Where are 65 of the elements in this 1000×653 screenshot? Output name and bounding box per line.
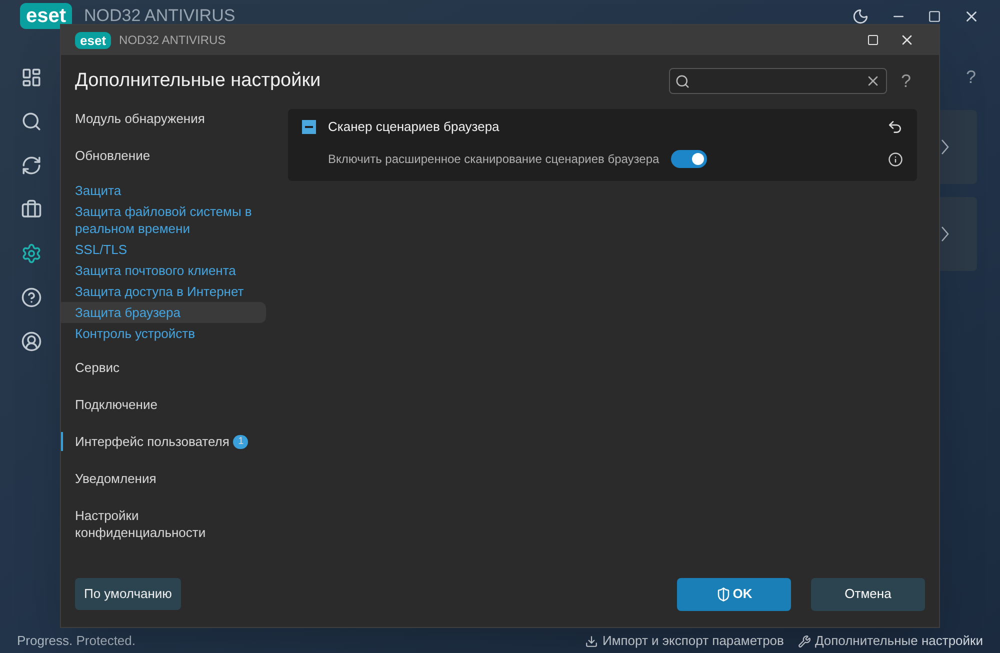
nav-item[interactable]: Защита файловой системы в реальном времени (61, 201, 266, 239)
nav-label: Подключение (75, 396, 158, 413)
nav-label: SSL/TLS (75, 241, 128, 258)
panel-title: Сканер сценариев браузера (328, 118, 500, 136)
search-field[interactable] (668, 68, 887, 94)
nav-label: Контроль устройств (75, 325, 195, 342)
nav-label: Уведомления (75, 470, 156, 487)
nav-label: Защита браузера (75, 304, 180, 321)
nav-label: Защита доступа в Интернет (75, 283, 244, 300)
footer-link[interactable]: Импорт и экспорт параметров (585, 631, 784, 651)
chevron-icon (941, 226, 949, 242)
info-icon[interactable] (888, 152, 903, 166)
reset-icon[interactable] (887, 119, 903, 135)
chevron-icon (941, 139, 949, 155)
nav-label: Интерфейс пользователя (75, 433, 230, 450)
maximize-icon[interactable] (867, 34, 879, 46)
status-text: Progress. Protected. (17, 632, 136, 650)
nav-item[interactable]: Сервис (61, 358, 266, 377)
help-icon[interactable]: ? (900, 68, 911, 94)
nav-item[interactable]: Защита почтового клиента (61, 260, 266, 281)
sidebar-icon[interactable] (21, 110, 42, 132)
nav-label: Модуль обнаружения (75, 110, 205, 127)
nav-item[interactable]: Настройки конфиденциальности (61, 506, 266, 542)
nav-label: Защита (75, 182, 122, 199)
import-icon (585, 634, 598, 648)
dialog-product-title: NOD32 ANTIVIRUS (119, 32, 226, 49)
nav-label: Настройки конфиденциальности (75, 507, 207, 541)
search-icon (674, 74, 690, 88)
dialog-title: Дополнительные настройки (75, 68, 321, 93)
footer-link[interactable]: Дополнительные настройки (798, 631, 983, 651)
nav-item[interactable]: Подключение (61, 395, 266, 414)
sidebar-icon[interactable] (21, 330, 42, 352)
nav-label: Сервис (75, 359, 120, 376)
nav-label: Защита файловой системы в реальном времени (75, 203, 252, 237)
nav-label: Обновление (75, 147, 150, 164)
product-title: NOD32 ANTIVIRUS (84, 5, 236, 28)
nav-item[interactable]: Защита браузера (61, 302, 266, 323)
theme-icon[interactable] (852, 8, 869, 24)
sidebar-icon[interactable] (21, 66, 42, 88)
nav-label: Защита почтового клиента (75, 262, 236, 279)
cancel-button[interactable]: Отмена (811, 578, 925, 610)
sidebar-icon[interactable] (21, 198, 42, 220)
default-button[interactable]: По умолчанию (75, 578, 181, 610)
nav-item[interactable]: Интерфейс пользователя 1 (61, 432, 266, 451)
collapse-toggle[interactable] (302, 120, 316, 134)
nav-item[interactable]: Модуль обнаружения (61, 109, 266, 128)
nav-item[interactable]: Обновление (61, 146, 266, 165)
nav-item[interactable]: Контроль устройств (61, 323, 266, 344)
nav-item[interactable]: Уведомления (61, 469, 266, 488)
toggle-switch[interactable] (671, 150, 707, 168)
notification-badge: 1 (233, 435, 248, 449)
sidebar-icon[interactable] (21, 286, 42, 308)
nav-item[interactable]: Защита (61, 180, 266, 201)
shield-icon (716, 586, 731, 602)
ok-button[interactable]: OK (677, 578, 791, 610)
nav-item[interactable]: SSL/TLS (61, 239, 266, 260)
eset-logo: eset (75, 32, 112, 48)
sidebar-icon[interactable] (21, 154, 42, 176)
nav-item[interactable]: Защита доступа в Интернет (61, 281, 266, 302)
eset-logo: eset (20, 3, 72, 29)
sidebar-icon[interactable] (21, 242, 42, 264)
help-icon[interactable]: ? (966, 64, 976, 91)
wrench-icon (798, 634, 811, 648)
maximize-icon[interactable] (928, 10, 941, 22)
setting-label: Включить расширенное сканирование сценариев браузера (328, 151, 660, 168)
